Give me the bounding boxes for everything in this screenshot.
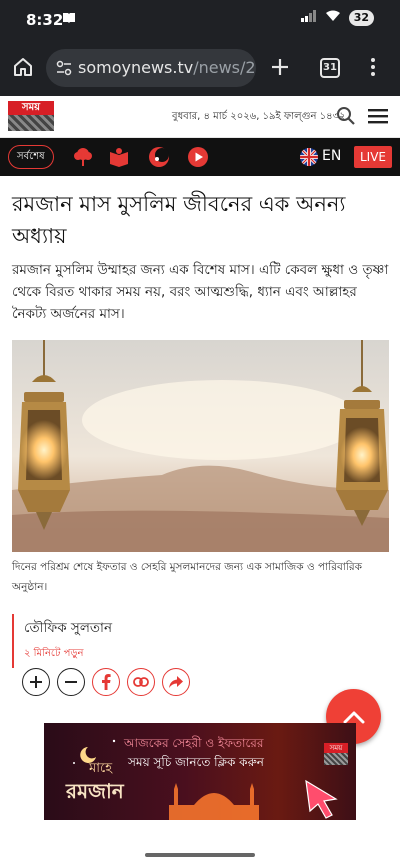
share-button[interactable] (162, 668, 190, 696)
ad-line-1: আজকের সেহরী ও ইফতারের (124, 736, 264, 750)
signal-icon (300, 10, 317, 26)
header-date: বুধবার, ৪ মার্চ ২০২৬, ১৯ই ফাল্গুন ১৪৩২ (172, 111, 346, 122)
tree-icon[interactable] (72, 146, 94, 168)
logo-text: সময় (8, 101, 54, 115)
status-time: 8:32 (26, 11, 64, 29)
copy-link-button[interactable] (127, 668, 155, 696)
ad-logo-pattern (324, 753, 348, 765)
url-path: /news/202 (193, 58, 256, 77)
ad-line-2: সময় সূচি জানতে ক্লিক করুন (128, 755, 264, 769)
author-name[interactable]: তৌফিক সুলতান (24, 616, 112, 640)
battery-indicator: 32 (348, 10, 374, 26)
article-lead: রমজান মুসলিম উম্মাহর জন্য এক বিশেষ মাস। … (12, 262, 389, 322)
site-logo[interactable]: সময় (8, 101, 54, 131)
ad-title-big: রমজান (66, 779, 124, 803)
image-caption: দিনের পরিশ্রম শেষে ইফতার ও সেহরি মুসলমান… (12, 561, 362, 593)
zoom-in-button[interactable] (22, 668, 50, 696)
search-icon[interactable] (336, 106, 356, 130)
share-arrow-icon (169, 676, 183, 688)
zoom-out-button[interactable] (57, 668, 85, 696)
minus-icon (65, 681, 77, 683)
url-domain: somoynews.tv (78, 58, 194, 77)
logo-pattern (8, 115, 54, 131)
address-bar[interactable]: somoynews.tv/news/202 (46, 49, 256, 87)
read-time: ২ মিনিটে পড়ুন (24, 648, 84, 659)
home-icon[interactable] (12, 56, 34, 82)
facebook-share-button[interactable] (92, 668, 120, 696)
crescent-icon[interactable] (148, 146, 170, 168)
article-headline: রমজান মাস মুসলিম জীবনের এক অনন্য অধ্যায় (12, 192, 346, 248)
site-header: সময় বুধবার, ৪ মার্চ ২০২৬, ১৯ই ফাল্গুন ১… (0, 96, 400, 138)
plus-icon (30, 676, 42, 688)
book-read-icon[interactable] (108, 146, 130, 168)
category-nav: সর্বশেষ EN LIVE (0, 138, 400, 176)
more-vert-icon[interactable] (370, 56, 376, 82)
live-button[interactable]: LIVE (354, 146, 392, 168)
link-icon (133, 677, 149, 687)
home-indicator[interactable] (145, 853, 255, 857)
status-bar: 8:32 32 (0, 0, 400, 40)
facebook-icon (102, 674, 111, 690)
uk-flag-icon[interactable] (300, 148, 318, 166)
ad-logo-text: সময় (324, 743, 348, 753)
url-text: somoynews.tv/news/202 (78, 58, 256, 77)
ad-logo: সময় (324, 743, 348, 765)
wifi-icon (325, 10, 341, 26)
language-toggle[interactable]: EN (322, 148, 341, 164)
ramadan-ad-banner[interactable]: আজকের সেহরী ও ইফতারের সময় সূচি জানতে ক্… (44, 723, 356, 820)
author-block: তৌফিক সুলতান ২ মিনিটে পড়ুন (12, 614, 112, 668)
hamburger-menu-icon[interactable] (368, 108, 388, 128)
site-settings-icon[interactable] (56, 60, 72, 80)
tab-switcher-button[interactable]: 31 (320, 58, 340, 78)
chevron-up-icon (343, 711, 364, 723)
nav-latest-button[interactable]: সর্বশেষ (8, 145, 54, 169)
status-icons: 32 (300, 10, 374, 26)
book-icon (62, 12, 76, 26)
new-tab-icon[interactable] (269, 56, 291, 82)
browser-toolbar: somoynews.tv/news/202 31 (0, 40, 400, 96)
play-icon[interactable] (187, 146, 209, 168)
article-hero-image (12, 340, 389, 552)
